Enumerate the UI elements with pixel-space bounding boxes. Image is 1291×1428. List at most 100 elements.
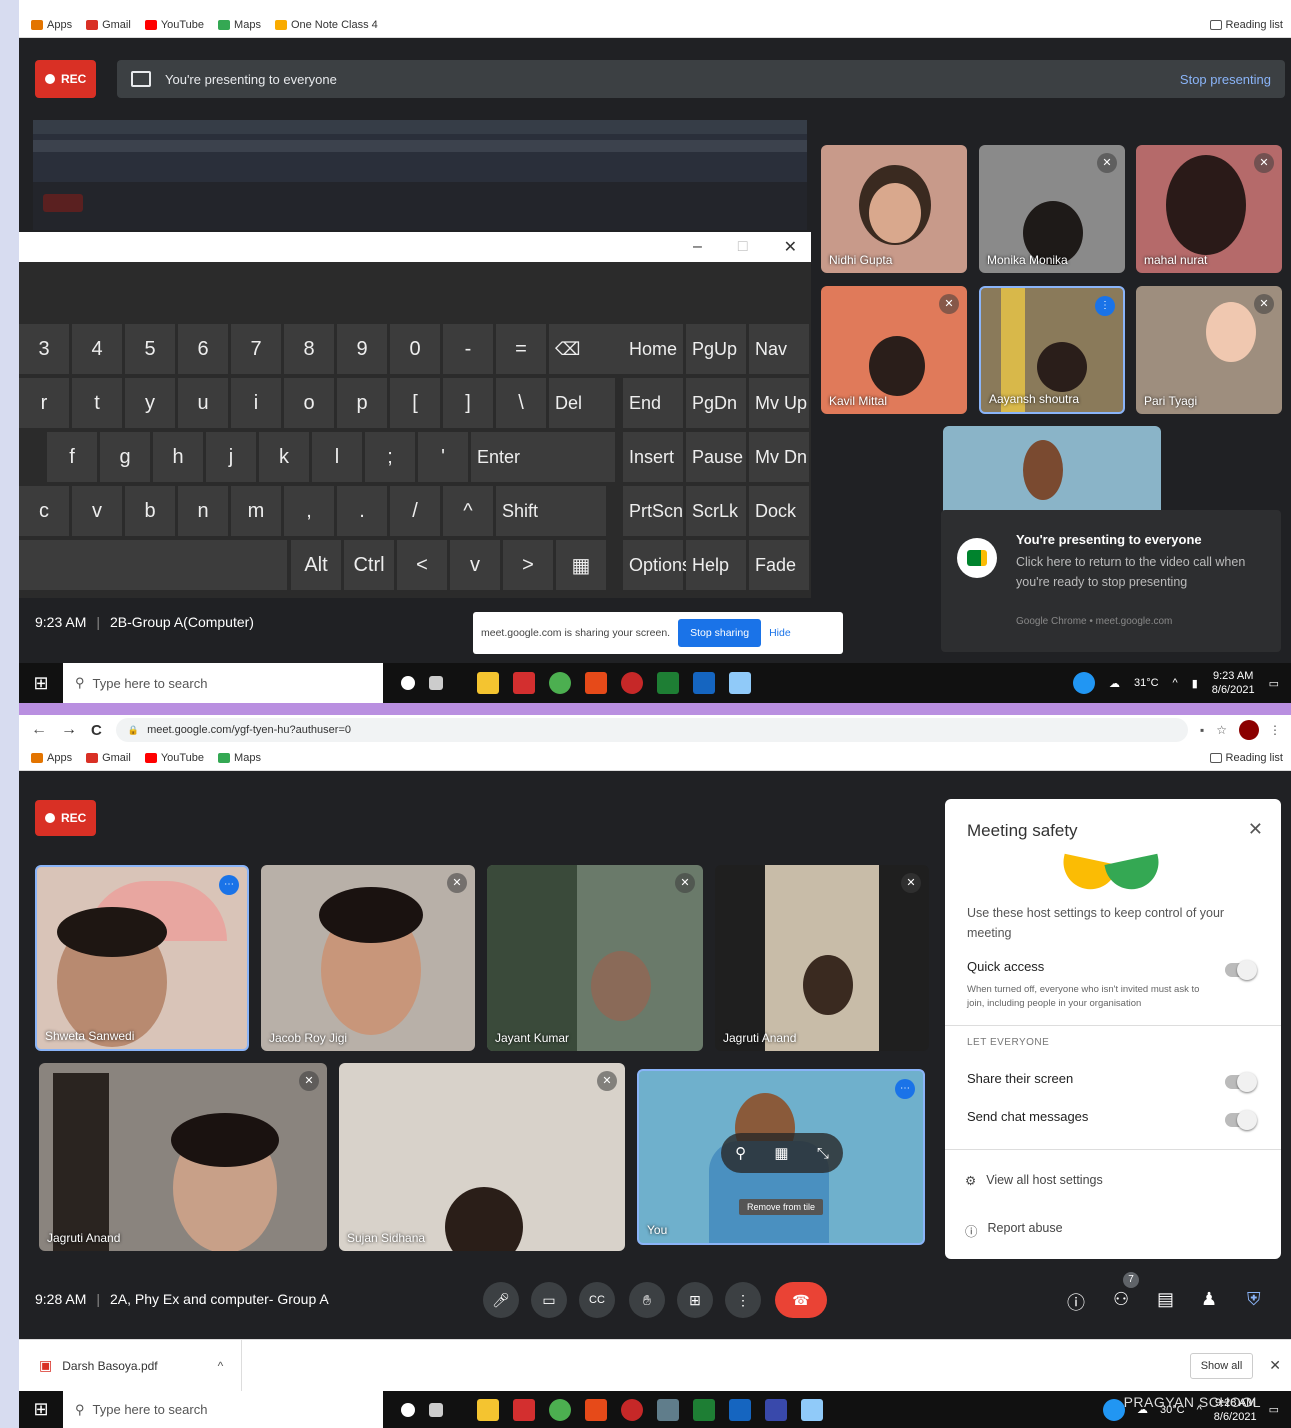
microphone-button[interactable]: 🎤︎ <box>483 1282 519 1318</box>
bookmark[interactable]: YouTube <box>144 19 204 31</box>
app-icon[interactable] <box>765 1398 787 1421</box>
keyboard-key[interactable]: Mv Dn <box>749 432 809 482</box>
keyboard-key[interactable]: Mv Up <box>749 378 809 428</box>
office-icon[interactable] <box>585 1398 607 1421</box>
keyboard-key[interactable]: [ <box>390 378 440 428</box>
self-tile[interactable] <box>943 426 1161 516</box>
keyboard-key[interactable]: v <box>450 540 500 590</box>
cortana-icon[interactable] <box>401 1402 415 1417</box>
bookmark[interactable]: Apps <box>31 19 72 31</box>
close-icon[interactable]: ✕ <box>784 237 797 257</box>
present-button[interactable]: ⊞ <box>677 1282 713 1318</box>
profile-avatar[interactable] <box>1239 720 1259 740</box>
task-view-icon[interactable] <box>429 1402 443 1417</box>
camera-permission-icon[interactable]: ▪ <box>1200 723 1204 737</box>
participant-tile[interactable]: ✕ Jagruti Anand <box>39 1063 327 1251</box>
taskbar-search[interactable]: ⚲ Type here to search <box>63 1391 383 1428</box>
host-controls-icon[interactable]: ⛨ <box>1247 1289 1261 1310</box>
view-all-settings-link[interactable]: ⚙ View all host settings <box>965 1173 1103 1188</box>
keyboard-key[interactable]: Nav <box>749 324 809 374</box>
share-screen-toggle[interactable] <box>1225 1072 1257 1092</box>
maximize-icon[interactable]: □ <box>738 238 748 256</box>
keyboard-key[interactable]: 0 <box>390 324 440 374</box>
keyboard-key[interactable]: k <box>259 432 309 482</box>
excel-icon[interactable] <box>693 1398 715 1421</box>
bookmark[interactable]: Gmail <box>86 752 131 764</box>
file-explorer-icon[interactable] <box>477 1398 499 1421</box>
star-icon[interactable]: ☆ <box>1216 723 1227 737</box>
participant-tile[interactable]: ✕ Kavil Mittal <box>821 286 967 414</box>
keyboard-key[interactable]: Insert <box>623 432 683 482</box>
minimize-tile-icon[interactable]: ⤡ <box>817 1145 829 1162</box>
acrobat-icon[interactable] <box>513 672 535 694</box>
keyboard-app-icon[interactable] <box>729 672 751 694</box>
keyboard-key[interactable]: Options <box>623 540 691 590</box>
office-icon[interactable] <box>585 672 607 694</box>
keyboard-key[interactable]: i <box>231 378 281 428</box>
keyboard-key[interactable]: v <box>72 486 122 536</box>
keyboard-key[interactable]: l <box>312 432 362 482</box>
url-field[interactable]: 🔒 meet.google.com/ygf-tyen-hu?authuser=0 <box>115 718 1188 742</box>
self-tile[interactable]: ⋯ ⚲ ▦ ⤡ Remove from tile You <box>637 1069 925 1245</box>
keyboard-key[interactable]: ⌫ <box>549 324 625 374</box>
keyboard-key[interactable]: Help <box>686 540 746 590</box>
raise-hand-button[interactable]: ✋︎ <box>629 1282 665 1318</box>
bookmark[interactable]: YouTube <box>144 752 204 764</box>
chrome-icon[interactable] <box>549 672 571 694</box>
participant-tile[interactable]: ✕ mahal nurat <box>1136 145 1282 273</box>
keyboard-key[interactable]: Shift <box>496 486 606 536</box>
clock[interactable]: 9:23 AM 8/6/2021 <box>1212 669 1255 697</box>
show-all-button[interactable]: Show all <box>1189 1352 1254 1379</box>
keyboard-key[interactable]: Enter <box>471 432 615 482</box>
reload-icon[interactable]: C <box>91 722 102 739</box>
download-filename[interactable]: Darsh Basoya.pdf <box>62 1359 157 1373</box>
participant-tile[interactable]: ✕ Jacob Roy Jigi <box>261 865 475 1051</box>
bookmark[interactable]: Apps <box>31 752 72 764</box>
keyboard-key[interactable]: t <box>72 378 122 428</box>
bookmark[interactable]: Maps <box>218 752 261 764</box>
participant-tile[interactable]: ✕ Jagruti Anand <box>715 865 929 1051</box>
camera-button[interactable]: ▭ <box>531 1282 567 1318</box>
participant-tile[interactable]: ✕ Sujan Sidhana <box>339 1063 625 1251</box>
activities-icon[interactable]: ♟ <box>1201 1289 1217 1310</box>
notification-icon[interactable]: ▭ <box>1269 1403 1279 1416</box>
keyboard-key[interactable]: ' <box>418 432 468 482</box>
back-icon[interactable]: ← <box>31 721 47 739</box>
windows-start-icon[interactable]: ⊞ <box>19 673 63 694</box>
meeting-info-icon[interactable]: ⓘ <box>1067 1289 1085 1315</box>
chrome-profile-icon[interactable] <box>621 672 643 694</box>
keyboard-key[interactable]: Alt <box>291 540 341 590</box>
app-icon[interactable] <box>729 1398 751 1421</box>
captions-button[interactable]: CC <box>579 1282 615 1318</box>
keyboard-key[interactable]: PgDn <box>686 378 746 428</box>
space-bar[interactable] <box>19 540 287 590</box>
minimize-icon[interactable]: – <box>693 238 702 256</box>
windows-start-icon[interactable]: ⊞ <box>19 1399 63 1420</box>
bookmark[interactable]: Gmail <box>86 19 131 31</box>
keyboard-key[interactable]: ▦ <box>556 540 606 590</box>
participant-tile[interactable]: ✕ Jayant Kumar <box>487 865 703 1051</box>
keyboard-key[interactable]: j <box>206 432 256 482</box>
keyboard-key[interactable]: 4 <box>72 324 122 374</box>
chrome-remote-icon[interactable] <box>1072 672 1095 694</box>
chrome-remote-icon[interactable] <box>1103 1398 1126 1421</box>
more-options-button[interactable]: ⋮ <box>725 1282 761 1318</box>
keyboard-key[interactable]: n <box>178 486 228 536</box>
keyboard-key[interactable]: 6 <box>178 324 228 374</box>
keyboard-key[interactable]: Fade <box>749 540 809 590</box>
keyboard-key[interactable]: < <box>397 540 447 590</box>
participant-tile[interactable]: ✕ Pari Tyagi <box>1136 286 1282 414</box>
keyboard-key[interactable]: r <box>19 378 69 428</box>
grid-icon[interactable]: ▦ <box>774 1144 788 1162</box>
chrome-profile-icon[interactable] <box>621 1398 643 1421</box>
keyboard-key[interactable]: PgUp <box>686 324 746 374</box>
keyboard-key[interactable]: p <box>337 378 387 428</box>
keyboard-key[interactable]: u <box>178 378 228 428</box>
app-icon[interactable] <box>657 1398 679 1421</box>
keyboard-key[interactable]: , <box>284 486 334 536</box>
notification-toast[interactable]: You're presenting to everyone Click here… <box>941 510 1281 652</box>
keyboard-key[interactable]: f <box>47 432 97 482</box>
keyboard-key[interactable]: Home <box>623 324 683 374</box>
bookmark[interactable]: One Note Class 4 <box>274 19 378 31</box>
pin-icon[interactable]: ⚲ <box>735 1144 746 1162</box>
